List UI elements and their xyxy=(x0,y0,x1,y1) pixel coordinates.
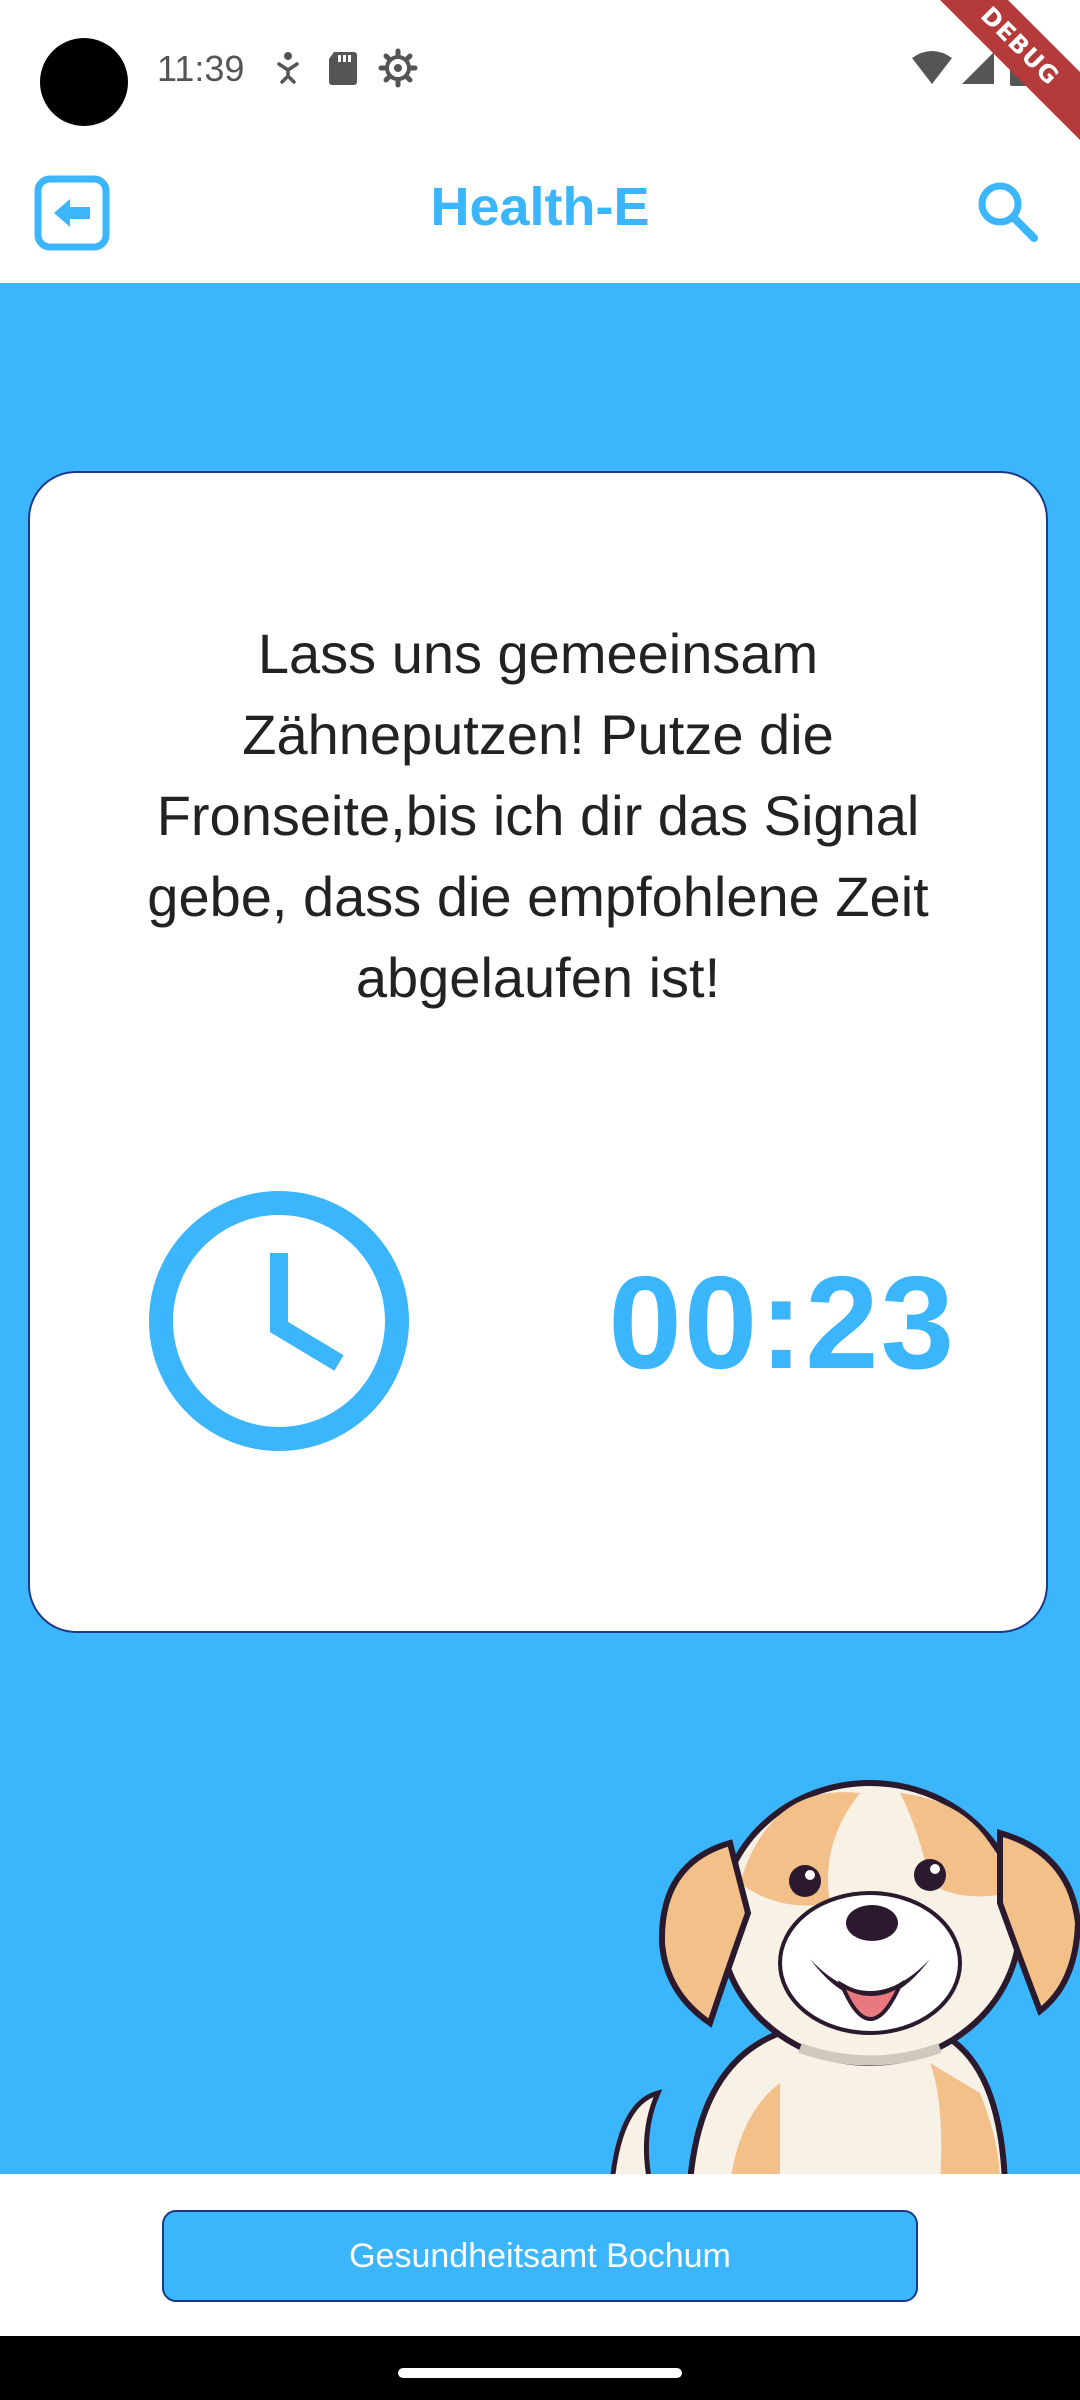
search-icon[interactable] xyxy=(972,176,1044,248)
settings-gear-icon xyxy=(378,48,418,88)
brushing-card: Lass uns gemeeinsam Zähneputzen! Putze d… xyxy=(28,471,1048,1633)
status-time: 11:39 xyxy=(157,48,245,89)
gesundheitsamt-button[interactable]: Gesundheitsamt Bochum xyxy=(162,2210,918,2302)
timer-display: 00:23 xyxy=(608,1249,956,1396)
home-indicator[interactable] xyxy=(398,2368,682,2378)
wifi-icon xyxy=(912,51,952,84)
instruction-text: Lass uns gemeeinsam Zähneputzen! Putze d… xyxy=(147,622,929,1009)
clock-icon xyxy=(149,1191,409,1451)
navigation-bar xyxy=(0,2336,1080,2400)
app-title: Health-E xyxy=(430,177,650,237)
camera-cutout xyxy=(40,38,128,126)
main-area: Lass uns gemeeinsam Zähneputzen! Putze d… xyxy=(0,283,1080,2174)
cell-signal-icon xyxy=(962,52,994,84)
footer: Gesundheitsamt Bochum xyxy=(0,2174,1080,2336)
status-bar: 11:39 DEBUG xyxy=(0,0,1080,155)
app-bar: Health-E xyxy=(0,140,1080,283)
accessibility-icon xyxy=(277,52,299,84)
sd-card-icon xyxy=(329,52,357,85)
dog-mascot xyxy=(610,1780,1080,2174)
